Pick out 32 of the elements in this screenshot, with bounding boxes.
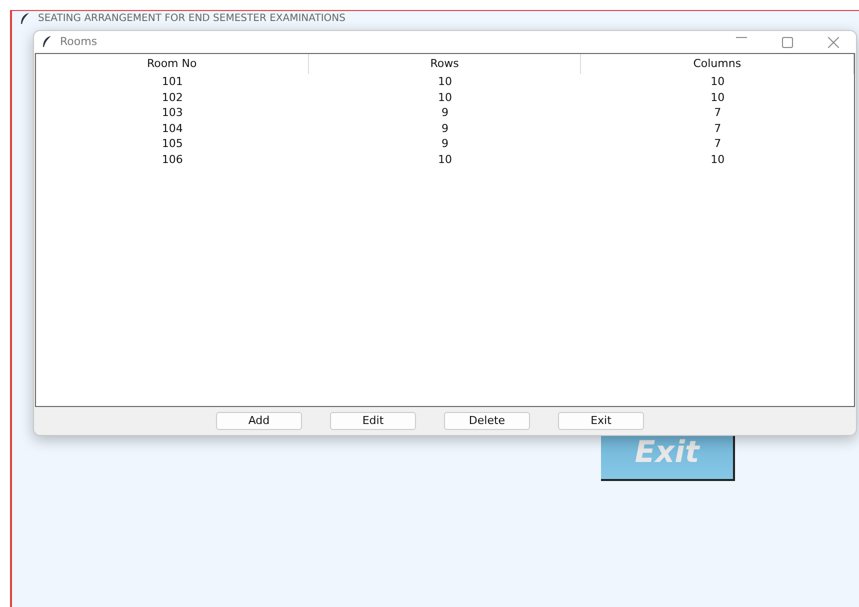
column-header[interactable]: Rows bbox=[308, 54, 582, 74]
table-cell-text: 106 bbox=[160, 152, 184, 168]
maximize-icon[interactable] bbox=[782, 36, 792, 48]
table-cell-text: 9 bbox=[440, 105, 450, 121]
dialog-button[interactable]: Delete bbox=[444, 412, 530, 430]
table-cell-text: 102 bbox=[160, 90, 184, 106]
table-cell-text: 9 bbox=[440, 120, 450, 136]
column-header[interactable]: Room No bbox=[36, 54, 309, 74]
table-cell-text: 104 bbox=[160, 120, 184, 136]
table-cell-text: 103 bbox=[160, 105, 184, 121]
close-icon[interactable] bbox=[828, 36, 838, 48]
table-cell-text: 10 bbox=[710, 90, 726, 106]
minimize-icon[interactable] bbox=[736, 36, 746, 38]
table-cell-text: 9 bbox=[440, 136, 450, 152]
table-cell-text: 101 bbox=[160, 74, 184, 90]
table-cell-text: 7 bbox=[713, 136, 722, 152]
column-header[interactable]: Columns bbox=[581, 54, 854, 74]
window-title: SEATING ARRANGEMENT FOR END SEMESTER EXAMINATIONS bbox=[38, 12, 346, 26]
dialog-button[interactable]: Edit bbox=[330, 412, 416, 430]
table-cell-text: 10 bbox=[436, 152, 453, 168]
dialog-title: Rooms bbox=[60, 34, 98, 50]
feather-icon bbox=[42, 36, 52, 48]
table-cell-text: 105 bbox=[160, 136, 184, 152]
dialog-button[interactable]: Add bbox=[216, 412, 302, 430]
table-cell-text: 7 bbox=[713, 120, 722, 136]
feather-icon bbox=[20, 13, 30, 25]
table-cell-text: 10 bbox=[436, 90, 453, 106]
table-cell-text: 10 bbox=[710, 152, 726, 168]
dialog-button[interactable]: Exit bbox=[558, 412, 644, 430]
table-cell-text: 10 bbox=[710, 74, 726, 90]
table-cell-text: 10 bbox=[436, 74, 453, 90]
table-cell-text: 7 bbox=[713, 105, 722, 121]
